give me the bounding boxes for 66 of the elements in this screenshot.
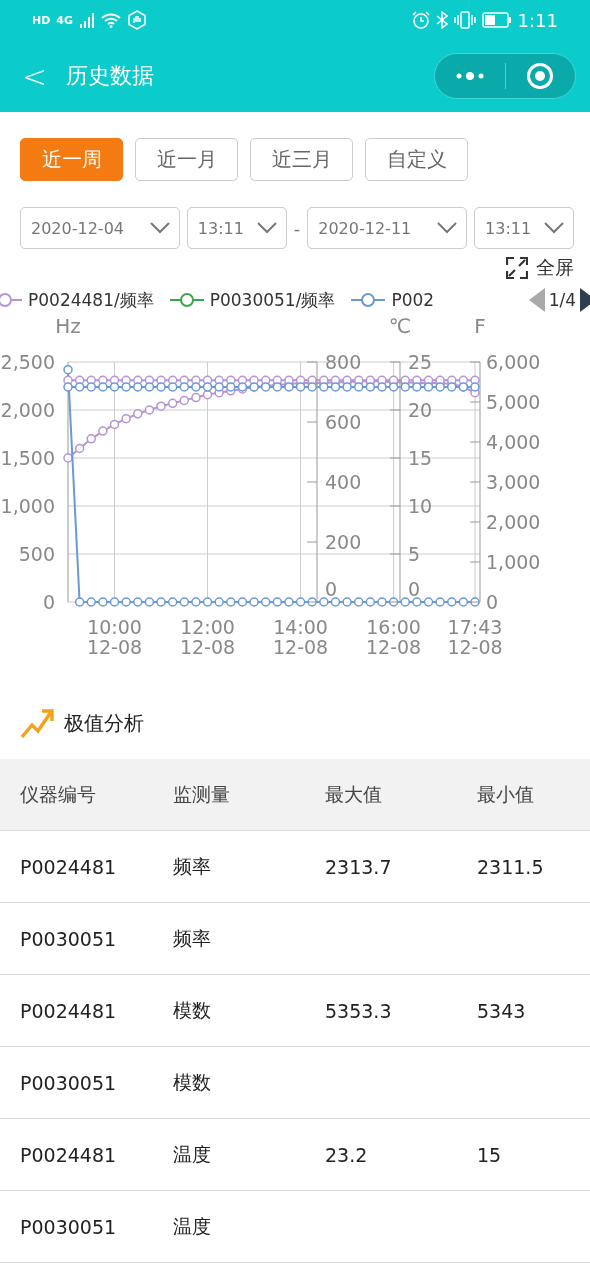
column-header: 仪器编号: [20, 781, 97, 807]
axis-tick-label: 1,000: [486, 551, 541, 573]
axis-unit: ℃: [388, 315, 412, 338]
table-cell-text: 23.2: [325, 1143, 369, 1166]
axis-tick-label: 3,000: [486, 471, 541, 493]
table-cell-text: P0030051: [20, 1215, 118, 1238]
table-cell-text: 模数: [173, 997, 212, 1023]
axis-tick-label: 12-08: [447, 636, 503, 658]
axis-tick-label: 2,000: [486, 511, 541, 533]
axis-tick-label: 500: [18, 543, 55, 565]
axis-tick-label: 10:00: [87, 616, 142, 638]
axis-tick-label: 2,000: [0, 399, 55, 421]
table-cell-text: P0030051: [20, 927, 118, 950]
axis-tick-label: 10: [408, 495, 433, 517]
table-cell-text: P0024481: [20, 855, 118, 878]
table-cell-text: 频率: [173, 853, 212, 879]
axis-tick-label: 5,000: [486, 391, 541, 413]
network-label: HD: [32, 13, 51, 27]
axis-unit: F: [474, 315, 486, 338]
table-cell-text: 温度: [173, 1141, 212, 1167]
axis-tick-label: 5: [408, 543, 421, 565]
table-cell-text: 频率: [173, 925, 212, 951]
legend-page-indicator: 1/4: [548, 290, 576, 310]
axis-tick-label: 12-08: [272, 636, 329, 658]
table-cell-text: 5353.3: [325, 999, 393, 1022]
axis-tick-label: 12-08: [86, 636, 143, 658]
axis-tick-label: 15: [408, 447, 433, 469]
axis-tick-label: 20: [408, 399, 433, 421]
axis-tick-label: 12:00: [180, 616, 235, 638]
page-title: 历史数据: [66, 62, 155, 90]
table-cell-text: P0024481: [20, 999, 118, 1022]
axis-tick-label: 0: [408, 578, 421, 600]
axis-tick-label: 14:00: [273, 616, 328, 638]
table-cell-text: 5343: [477, 999, 527, 1022]
axis-tick-label: 0: [42, 591, 55, 613]
axis-unit: Hz: [55, 315, 81, 338]
table-cell-text: 温度: [173, 1213, 212, 1239]
axis-tick-label: 4,000: [486, 431, 541, 453]
axis-tick-label: 1,500: [0, 447, 55, 469]
table-cell-text: 2313.7: [325, 855, 393, 878]
table-cell-text: 2311.5: [477, 855, 545, 878]
axis-tick-label: 400: [325, 471, 362, 493]
section-title: 极值分析: [64, 709, 144, 737]
network-label: 4G: [56, 13, 74, 27]
axis-tick-label: 800: [325, 351, 362, 373]
column-header: 最小值: [477, 781, 535, 807]
axis-tick-label: 12-08: [179, 636, 236, 658]
axis-tick-label: 17:43: [447, 616, 503, 638]
axis-tick-label: 0: [325, 578, 338, 600]
axis-tick-label: 2,500: [0, 351, 55, 373]
table-cell-text: 15: [477, 1143, 503, 1166]
status-time: 1:11: [517, 9, 558, 31]
axis-tick-label: 6,000: [486, 351, 541, 373]
axis-tick-label: 200: [325, 531, 362, 553]
table-cell-text: P0024481: [20, 1143, 118, 1166]
column-header: 监测量: [173, 781, 231, 807]
axis-tick-label: 600: [325, 411, 362, 433]
table-cell-text: 模数: [173, 1069, 212, 1095]
range-separator: -: [293, 217, 301, 239]
table-cell-text: P0030051: [20, 1071, 118, 1094]
axis-tick-label: 0: [486, 591, 499, 613]
axis-tick-label: 16:00: [366, 616, 421, 638]
axis-tick-label: 1,000: [0, 495, 55, 517]
axis-tick-label: 12-08: [366, 636, 422, 658]
column-header: 最大值: [325, 781, 383, 807]
axis-tick-label: 25: [408, 351, 433, 373]
